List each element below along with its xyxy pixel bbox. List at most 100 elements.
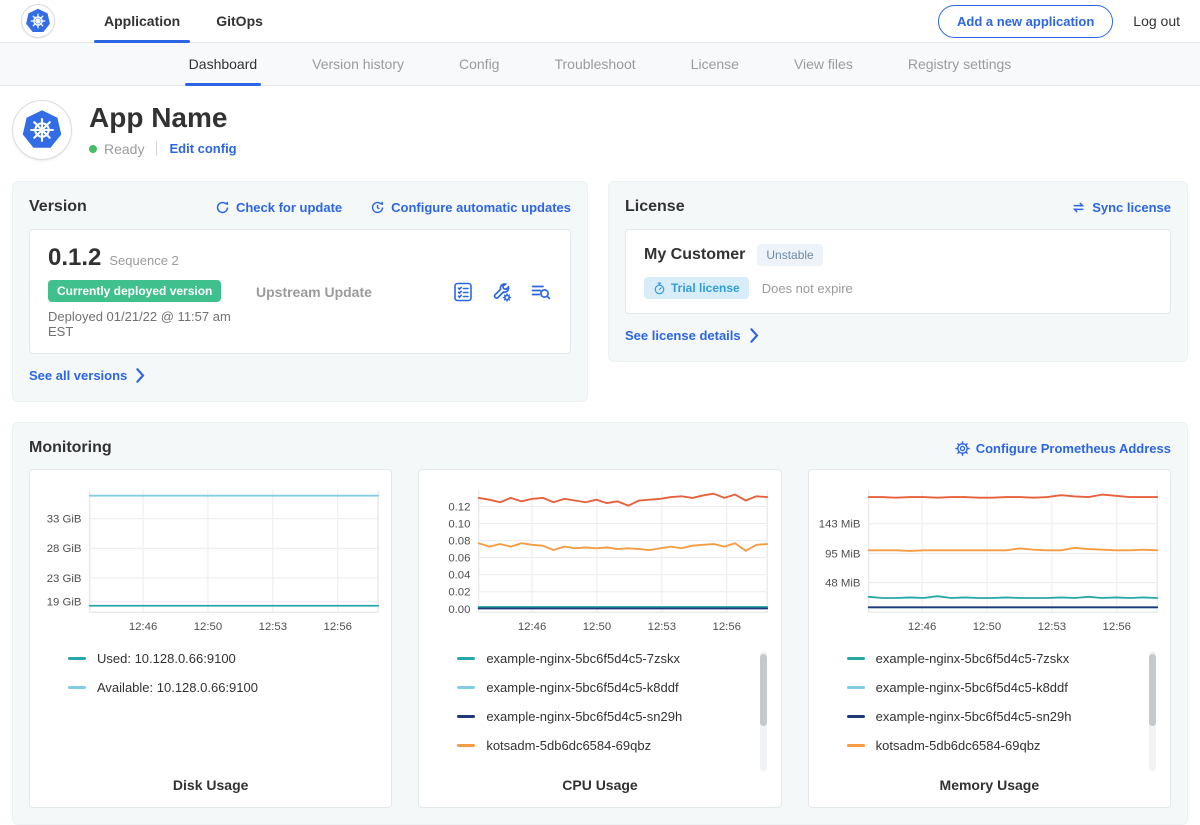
tab-application-label: Application xyxy=(104,13,180,29)
see-license-details-link[interactable]: See license details xyxy=(625,328,762,343)
legend-swatch xyxy=(457,744,475,747)
legend-scrollbar-track[interactable] xyxy=(760,651,767,771)
sync-license-link[interactable]: Sync license xyxy=(1071,200,1171,215)
legend-item: kotsadm-5db6dc6584-69qbz xyxy=(847,738,1138,753)
legend-label: Used: 10.128.0.66:9100 xyxy=(97,651,236,666)
svg-text:12:53: 12:53 xyxy=(1037,621,1065,633)
chevron-right-icon xyxy=(133,368,148,383)
gear-icon xyxy=(955,441,970,456)
series-line xyxy=(479,543,767,551)
trial-license-label: Trial license xyxy=(671,281,740,295)
preflight-checks-icon[interactable] xyxy=(452,281,474,303)
svg-text:12:56: 12:56 xyxy=(713,621,741,633)
tab-gitops-label: GitOps xyxy=(216,13,263,29)
trial-license-badge: Trial license xyxy=(644,277,749,299)
legend-swatch xyxy=(457,686,475,689)
legend-label: example-nginx-5bc6f5d4c5-sn29h xyxy=(876,709,1072,724)
subnav-troubleshoot[interactable]: Troubleshoot xyxy=(554,43,635,86)
refresh-icon xyxy=(215,200,230,215)
svg-text:12:50: 12:50 xyxy=(972,621,1000,633)
series-line xyxy=(868,548,1156,551)
tab-gitops[interactable]: GitOps xyxy=(204,0,275,43)
chevron-right-icon xyxy=(747,328,762,343)
see-license-details-label: See license details xyxy=(625,328,741,343)
legend-scrollbar-thumb[interactable] xyxy=(1149,654,1156,726)
disk-usage-title: Disk Usage xyxy=(38,771,383,793)
logout-button[interactable]: Log out xyxy=(1133,13,1180,29)
legend-swatch xyxy=(457,715,475,718)
subnav-version-history[interactable]: Version history xyxy=(312,43,404,86)
license-card-title: License xyxy=(625,198,685,216)
version-card-title: Version xyxy=(29,198,87,216)
legend-label: example-nginx-5bc6f5d4c5-k8ddf xyxy=(876,680,1068,695)
see-all-versions-link[interactable]: See all versions xyxy=(29,368,148,383)
svg-text:48 MiB: 48 MiB xyxy=(825,577,860,589)
legend-label: kotsadm-5db6dc6584-69qbz xyxy=(486,738,651,753)
legend-item: kotsadm-5db6dc6584-69qbz xyxy=(457,738,748,753)
legend-scrollbar-thumb[interactable] xyxy=(760,654,767,726)
subnav-config[interactable]: Config xyxy=(459,43,499,86)
config-wrench-icon[interactable] xyxy=(491,281,513,303)
see-all-versions-label: See all versions xyxy=(29,368,127,383)
configure-prometheus-link[interactable]: Configure Prometheus Address xyxy=(955,441,1171,456)
svg-text:95 MiB: 95 MiB xyxy=(825,548,860,560)
svg-text:12:46: 12:46 xyxy=(908,621,936,633)
configure-automatic-updates-link[interactable]: Configure automatic updates xyxy=(370,200,571,215)
svg-text:0.02: 0.02 xyxy=(449,587,471,599)
legend-swatch xyxy=(847,686,865,689)
monitoring-title: Monitoring xyxy=(29,439,112,457)
legend-item: example-nginx-5bc6f5d4c5-sn29h xyxy=(457,709,748,724)
svg-text:12:50: 12:50 xyxy=(583,621,611,633)
check-for-update-link[interactable]: Check for update xyxy=(215,200,342,215)
svg-text:28 GiB: 28 GiB xyxy=(47,543,82,555)
subnav-license[interactable]: License xyxy=(691,43,739,86)
legend-swatch xyxy=(847,657,865,660)
sequence-label: Sequence 2 xyxy=(109,253,178,268)
series-line xyxy=(479,494,767,506)
subnav-dashboard[interactable]: Dashboard xyxy=(189,43,258,86)
series-line xyxy=(868,495,1156,498)
configure-automatic-updates-label: Configure automatic updates xyxy=(391,200,571,215)
cpu-usage-title: CPU Usage xyxy=(427,771,772,793)
chart-card-memory-usage: 143 MiB95 MiB48 MiB12:4612:5012:5312:56e… xyxy=(808,469,1171,808)
app-sub-nav: Dashboard Version history Config Trouble… xyxy=(0,43,1200,86)
sync-license-label: Sync license xyxy=(1092,200,1171,215)
tab-application[interactable]: Application xyxy=(92,0,192,43)
legend-scrollbar-track[interactable] xyxy=(1149,651,1156,771)
view-logs-icon[interactable] xyxy=(530,281,552,303)
svg-text:0.12: 0.12 xyxy=(449,501,471,513)
svg-text:33 GiB: 33 GiB xyxy=(47,514,82,526)
svg-text:0.00: 0.00 xyxy=(449,604,471,616)
version-card: Version Check for update Configure autom… xyxy=(12,181,588,402)
charts-grid: 33 GiB28 GiB23 GiB19 GiB12:4612:5012:531… xyxy=(29,469,1171,808)
legend-label: example-nginx-5bc6f5d4c5-7zskx xyxy=(486,651,680,666)
svg-text:143 MiB: 143 MiB xyxy=(818,519,860,531)
legend-label: example-nginx-5bc6f5d4c5-sn29h xyxy=(486,709,682,724)
monitoring-card: Monitoring Configure Prometheus Address … xyxy=(12,422,1188,825)
legend-swatch xyxy=(68,686,86,689)
svg-text:0.04: 0.04 xyxy=(449,570,471,582)
subnav-view-files[interactable]: View files xyxy=(794,43,853,86)
legend-label: Available: 10.128.0.66:9100 xyxy=(97,680,258,695)
legend-swatch xyxy=(457,657,475,660)
legend-item: example-nginx-5bc6f5d4c5-7zskx xyxy=(457,651,748,666)
legend-label: example-nginx-5bc6f5d4c5-7zskx xyxy=(876,651,1070,666)
svg-text:12:50: 12:50 xyxy=(194,621,222,633)
top-nav: Application GitOps Add a new application… xyxy=(0,0,1200,43)
legend-item: example-nginx-5bc6f5d4c5-7zskx xyxy=(847,651,1138,666)
series-line xyxy=(868,596,1156,598)
legend-item: example-nginx-5bc6f5d4c5-k8ddf xyxy=(457,680,748,695)
current-version-panel: 0.1.2Sequence 2 Currently deployed versi… xyxy=(29,229,571,354)
divider xyxy=(156,141,157,156)
cpu-usage-legend: example-nginx-5bc6f5d4c5-7zskx example-ng… xyxy=(457,651,770,767)
add-application-button[interactable]: Add a new application xyxy=(938,5,1113,38)
legend-swatch xyxy=(847,715,865,718)
edit-config-link[interactable]: Edit config xyxy=(169,141,236,156)
svg-text:12:46: 12:46 xyxy=(129,621,157,633)
channel-badge: Unstable xyxy=(757,244,822,266)
subnav-registry-settings[interactable]: Registry settings xyxy=(908,43,1011,86)
configure-prometheus-label: Configure Prometheus Address xyxy=(976,441,1171,456)
check-for-update-label: Check for update xyxy=(236,200,342,215)
legend-swatch xyxy=(68,657,86,660)
memory-usage-legend: example-nginx-5bc6f5d4c5-7zskx example-ng… xyxy=(847,651,1160,767)
